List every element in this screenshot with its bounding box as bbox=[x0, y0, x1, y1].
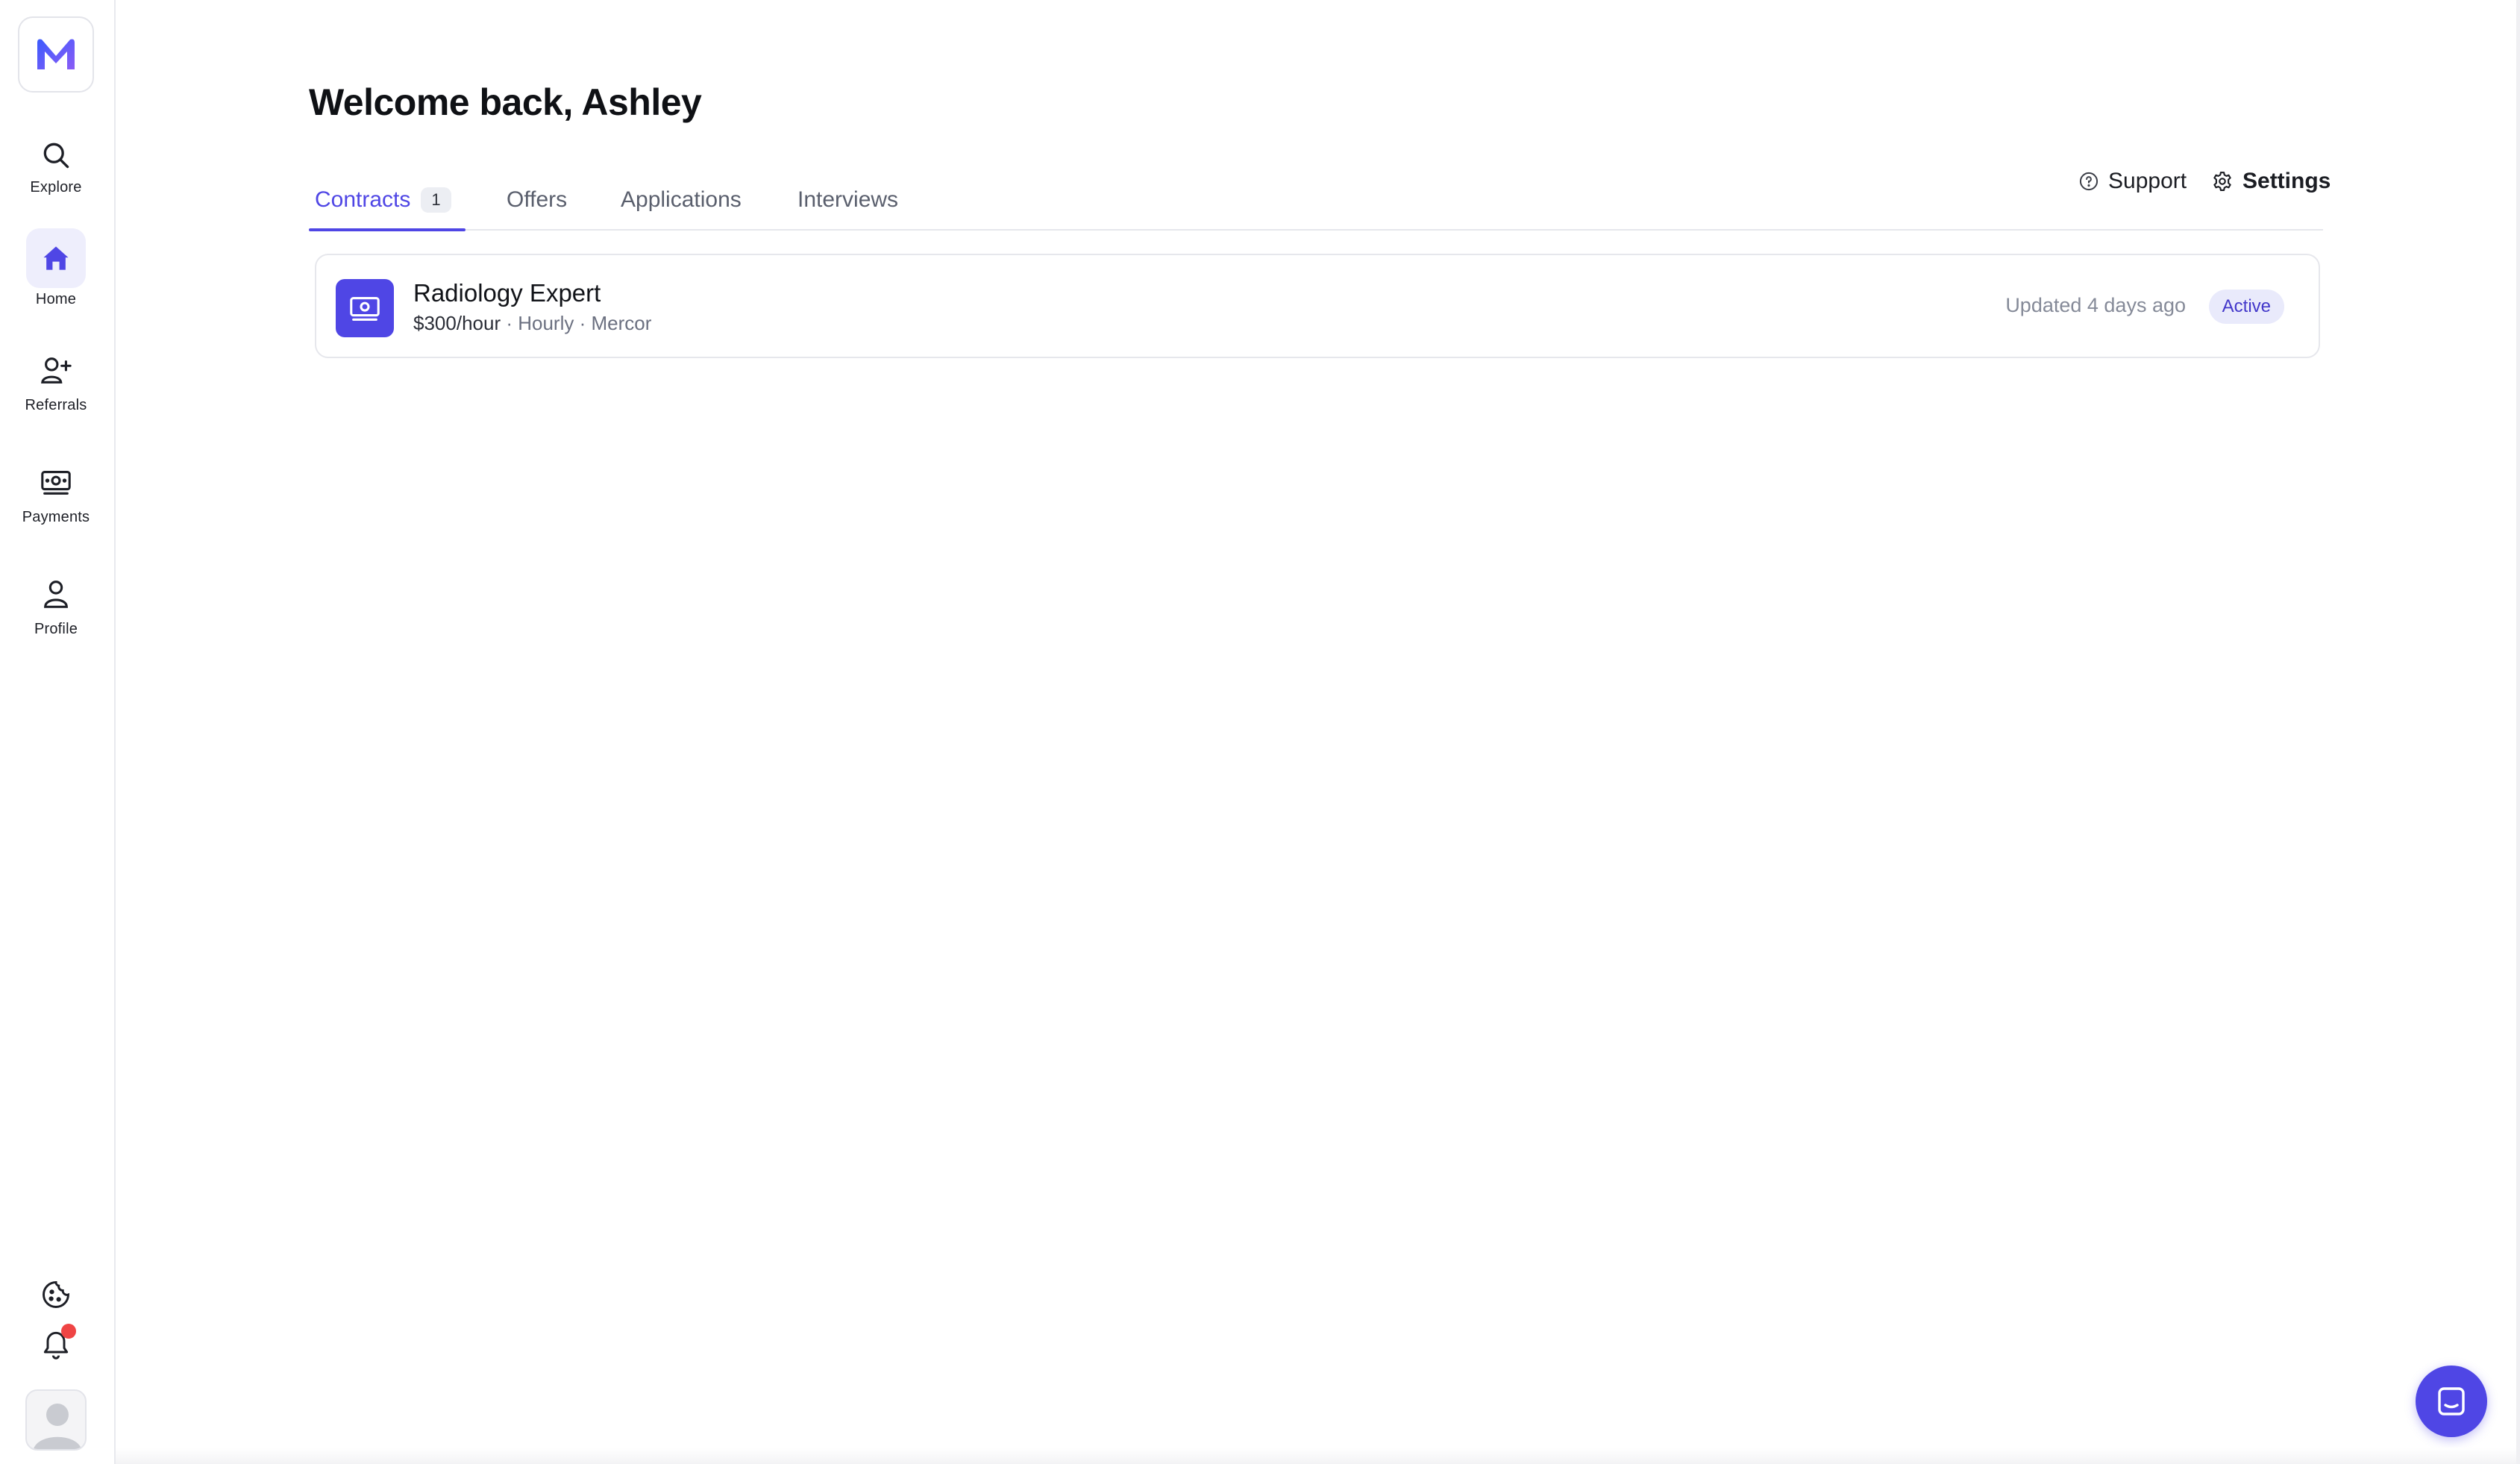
search-icon bbox=[43, 143, 69, 169]
tab-label: Applications bbox=[621, 187, 742, 212]
default-avatar-icon bbox=[34, 1404, 81, 1449]
tab-bar: Contracts 1 Offers Applications Intervie… bbox=[309, 168, 2323, 231]
tab-label: Contracts bbox=[315, 187, 411, 212]
scrollbar-track bbox=[2516, 0, 2520, 1464]
settings-link[interactable]: Settings bbox=[2211, 169, 2331, 194]
tab-contracts[interactable]: Contracts 1 bbox=[315, 181, 451, 219]
help-circle-icon bbox=[2079, 172, 2099, 191]
sidebar-item-explore[interactable]: Explore bbox=[0, 125, 112, 215]
money-icon bbox=[350, 297, 380, 321]
sidebar-item-label: Payments bbox=[22, 509, 90, 525]
contract-rate: $300/hour bbox=[413, 312, 501, 334]
active-tab-indicator bbox=[309, 228, 466, 231]
tab-count-badge: 1 bbox=[421, 187, 451, 213]
contract-updated-time: Updated 4 days ago bbox=[2005, 294, 2186, 316]
tab-applications[interactable]: Applications bbox=[621, 181, 742, 219]
sidebar-item-payments[interactable]: Payments bbox=[0, 452, 112, 542]
sidebar-item-label: Home bbox=[35, 291, 77, 307]
avatar[interactable] bbox=[25, 1389, 87, 1451]
contract-icon-tile bbox=[336, 279, 394, 337]
user-icon bbox=[44, 581, 68, 608]
chat-icon bbox=[2438, 1387, 2465, 1415]
support-link[interactable]: Support bbox=[2078, 169, 2187, 194]
app-root: Explore Home Referrals Payments Profile … bbox=[0, 0, 2520, 1464]
mercor-logo-icon bbox=[37, 39, 75, 69]
status-badge: Active bbox=[2208, 290, 2284, 324]
chat-launcher-button[interactable] bbox=[2416, 1366, 2487, 1437]
sidebar-item-profile[interactable]: Profile bbox=[0, 564, 112, 654]
cookie-icon bbox=[43, 1281, 69, 1308]
sidebar-item-label: Profile bbox=[34, 621, 78, 637]
page-title: Welcome back, Ashley bbox=[309, 81, 702, 123]
sidebar: Explore Home Referrals Payments Profile bbox=[0, 0, 116, 1464]
contract-meta: $300/hour · Hourly · Mercor bbox=[413, 312, 651, 335]
app-logo[interactable] bbox=[18, 16, 94, 93]
sidebar-item-label: Referrals bbox=[25, 397, 87, 413]
contract-title: Radiology Expert bbox=[413, 279, 601, 307]
tab-interviews[interactable]: Interviews bbox=[797, 181, 898, 219]
settings-label: Settings bbox=[2242, 169, 2331, 193]
notification-badge bbox=[61, 1324, 76, 1339]
tab-label: Interviews bbox=[797, 187, 899, 212]
support-label: Support bbox=[2108, 169, 2187, 193]
sidebar-item-label: Explore bbox=[30, 179, 82, 195]
page-bottom-edge bbox=[116, 1448, 2520, 1464]
sidebar-item-home[interactable]: Home bbox=[0, 228, 112, 318]
add-user-icon bbox=[41, 357, 72, 384]
home-icon bbox=[43, 246, 69, 270]
tab-offers[interactable]: Offers bbox=[507, 181, 567, 219]
contract-card[interactable]: Radiology Expert $300/hour · Hourly · Me… bbox=[315, 254, 2320, 358]
tab-label: Offers bbox=[507, 187, 568, 212]
gear-icon bbox=[2213, 172, 2231, 191]
sidebar-item-referrals[interactable]: Referrals bbox=[0, 340, 112, 430]
cookie-settings-button[interactable] bbox=[30, 1269, 82, 1321]
contract-details: · Hourly · Mercor bbox=[501, 312, 652, 334]
money-icon bbox=[41, 471, 71, 495]
notifications-button[interactable] bbox=[30, 1318, 82, 1370]
